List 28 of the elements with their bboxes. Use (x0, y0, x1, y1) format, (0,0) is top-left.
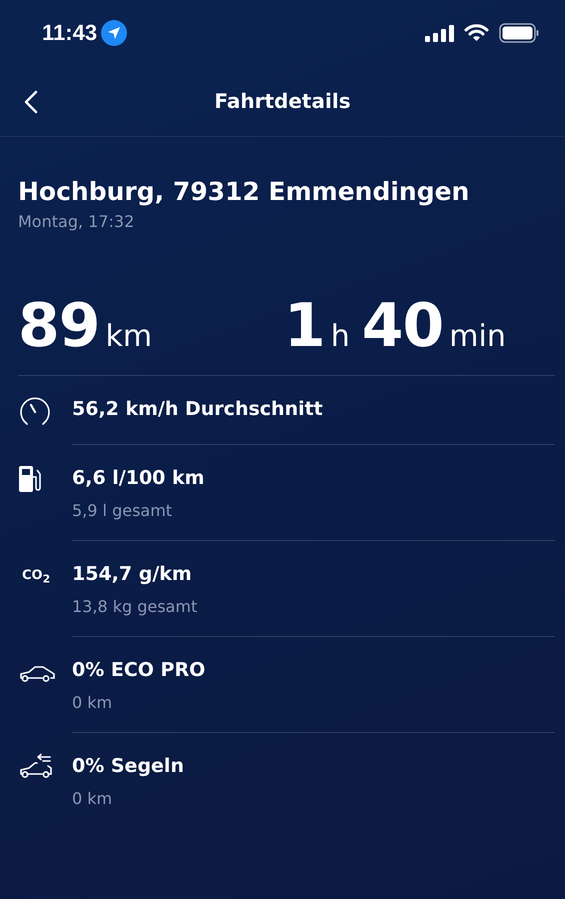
metric-detail: 0 km (72, 693, 114, 712)
back-button[interactable] (22, 88, 40, 116)
trip-date: Montag, 17:32 (18, 212, 136, 231)
metric-value: 154,7 g/km (72, 563, 193, 585)
co2-icon: CO$_{2}$ (22, 568, 50, 637)
fuel-pump-icon (18, 465, 42, 493)
total-value: 40 (362, 291, 444, 361)
page-title: Fahrtdetails (214, 89, 351, 113)
wifi-icon (464, 24, 489, 42)
battery-icon (499, 23, 539, 43)
chevron-left-icon (24, 90, 38, 114)
metric-value: 0% Segeln (72, 755, 185, 777)
metric-value: 56,2 km/h Durchschnitt (72, 398, 324, 420)
signal-icon (425, 24, 454, 42)
total-value: 1 (284, 291, 325, 361)
total-unit: h (330, 319, 350, 354)
total-unit: min (449, 319, 506, 354)
metric-value: 6,6 l/100 km (72, 467, 206, 489)
total-value: 89 (18, 291, 100, 361)
speedometer-icon (18, 396, 52, 426)
total-unit: km (106, 319, 152, 354)
metric-value: 0% ECO PRO (72, 659, 206, 681)
status-time: 11:43 (42, 20, 98, 46)
trip-location: Hochburg, 79312 Emmendingen (18, 177, 470, 206)
car-icon (18, 665, 56, 683)
metric-detail: 5,9 l gesamt (72, 501, 174, 520)
metric-detail: 13,8 kg gesamt (72, 597, 198, 616)
metric-detail: 0 km (72, 789, 114, 808)
